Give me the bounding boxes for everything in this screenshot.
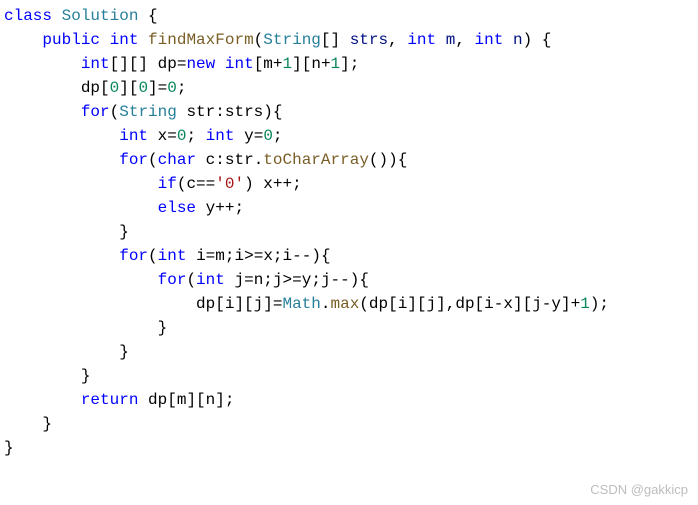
param: strs: [350, 31, 388, 49]
keyword-class: class: [4, 7, 52, 25]
code-line: dp[0][0]=0;: [4, 76, 698, 100]
code-line: }: [4, 316, 698, 340]
keyword-for: for: [119, 151, 148, 169]
type-string: String: [119, 103, 177, 121]
variable: j: [234, 271, 244, 289]
watermark-text: CSDN @gakkicp: [590, 480, 688, 500]
keyword-new: new: [186, 55, 215, 73]
variable: strs: [225, 103, 263, 121]
keyword-int: int: [206, 127, 235, 145]
number: 1: [331, 55, 341, 73]
variable: dp: [196, 295, 215, 313]
variable: str: [225, 151, 254, 169]
keyword-int: int: [158, 247, 187, 265]
keyword-for: for: [119, 247, 148, 265]
variable: x: [263, 175, 273, 193]
type-string: String: [263, 31, 321, 49]
code-line: for(char c:str.toCharArray()){: [4, 148, 698, 172]
keyword-int: int: [225, 55, 254, 73]
code-line: dp[i][j]=Math.max(dp[i][j],dp[i-x][j-y]+…: [4, 292, 698, 316]
keyword-int: int: [110, 31, 139, 49]
code-line: }: [4, 220, 698, 244]
keyword-for: for: [158, 271, 187, 289]
code-line: for(int i=m;i>=x;i--){: [4, 244, 698, 268]
code-line: if(c=='0') x++;: [4, 172, 698, 196]
keyword-int: int: [407, 31, 436, 49]
code-line: }: [4, 340, 698, 364]
variable: y: [244, 127, 254, 145]
method-name: findMaxForm: [148, 31, 254, 49]
code-line: for(int j=n;j>=y;j--){: [4, 268, 698, 292]
variable: y: [206, 199, 216, 217]
code-line: for(String str:strs){: [4, 100, 698, 124]
keyword-int: int: [196, 271, 225, 289]
string-literal: '0': [215, 175, 244, 193]
code-line: }: [4, 436, 698, 460]
number: 0: [263, 127, 273, 145]
variable: i: [196, 247, 206, 265]
keyword-return: return: [81, 391, 139, 409]
keyword-int: int: [475, 31, 504, 49]
class-math: Math: [282, 295, 320, 313]
class-name: Solution: [62, 7, 139, 25]
variable: c: [186, 175, 196, 193]
keyword-else: else: [158, 199, 196, 217]
number: 0: [167, 79, 177, 97]
number: 1: [283, 55, 293, 73]
code-line: return dp[m][n];: [4, 388, 698, 412]
code-line: else y++;: [4, 196, 698, 220]
method-call: toCharArray: [263, 151, 369, 169]
number: 0: [110, 79, 120, 97]
variable: dp: [148, 391, 167, 409]
code-line: class Solution {: [4, 4, 698, 28]
number: 1: [580, 295, 590, 313]
number: 0: [138, 79, 148, 97]
param: n: [513, 31, 523, 49]
code-line: public int findMaxForm(String[] strs, in…: [4, 28, 698, 52]
keyword-if: if: [158, 175, 177, 193]
method-max: max: [330, 295, 359, 313]
keyword-public: public: [42, 31, 100, 49]
variable: c: [206, 151, 216, 169]
keyword-int: int: [81, 55, 110, 73]
keyword-for: for: [81, 103, 110, 121]
variable: dp: [158, 55, 177, 73]
keyword-int: int: [119, 127, 148, 145]
code-line: int x=0; int y=0;: [4, 124, 698, 148]
param: m: [446, 31, 456, 49]
variable: x: [158, 127, 168, 145]
code-line: }: [4, 412, 698, 436]
variable: str: [186, 103, 215, 121]
code-line: int[][] dp=new int[m+1][n+1];: [4, 52, 698, 76]
keyword-char: char: [158, 151, 196, 169]
variable: dp: [81, 79, 100, 97]
code-line: }: [4, 364, 698, 388]
code-block: class Solution { public int findMaxForm(…: [0, 4, 698, 460]
